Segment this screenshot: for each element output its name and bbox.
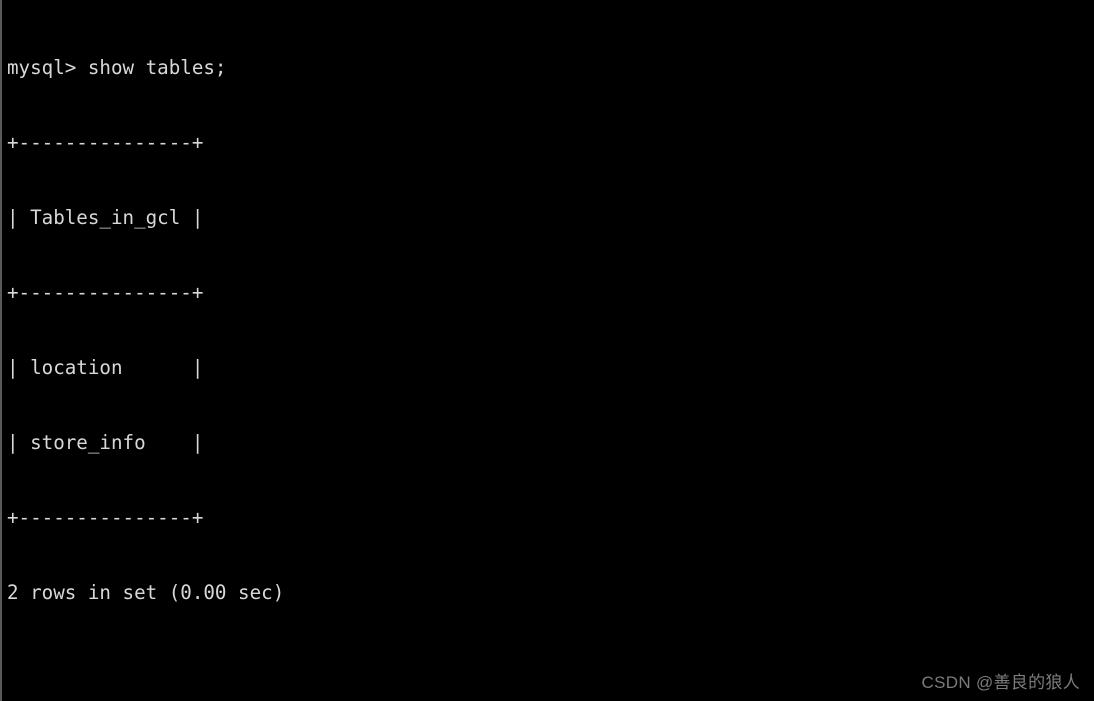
terminal-window[interactable]: mysql> show tables; +---------------+ | …	[0, 0, 1094, 701]
terminal-line: +---------------+	[7, 131, 204, 154]
terminal-line: | location |	[7, 356, 204, 379]
terminal-line: | Tables_in_gcl |	[7, 206, 204, 229]
terminal-output[interactable]: mysql> show tables; +---------------+ | …	[7, 5, 1094, 701]
csdn-watermark: CSDN @善良的狼人	[921, 673, 1080, 692]
terminal-line: | store_info |	[7, 431, 204, 454]
terminal-line: +---------------+	[7, 506, 204, 529]
terminal-line: mysql> show tables;	[7, 56, 227, 79]
terminal-line: 2 rows in set (0.00 sec)	[7, 581, 285, 604]
terminal-line: +---------------+	[7, 281, 204, 304]
